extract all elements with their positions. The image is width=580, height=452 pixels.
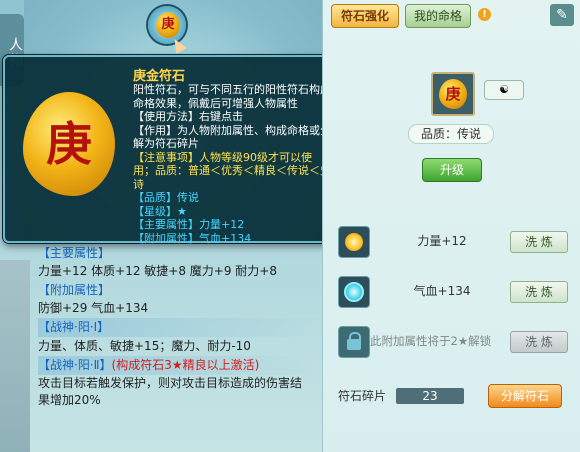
attribute-summary: 【主要属性】 力量+12 体质+12 敏捷+8 魔力+9 耐力+8 【附加属性】… xyxy=(34,244,320,409)
tooltip-effect: 【作用】为人物附加属性、构成命格或分解为符石碎片 xyxy=(133,123,331,151)
lock-icon xyxy=(338,326,370,358)
tab-rune-enhance[interactable]: 符石强化 xyxy=(331,4,399,28)
extra-attr-title: 【附加属性】 xyxy=(38,283,111,297)
tooltip-body: 阳性符石，可与不同五行的阳性符石构成命格效果，佩戴后可增强人物属性 【使用方法】… xyxy=(133,83,333,245)
tooltip-main-attr: 【主要属性】力量+12 xyxy=(133,218,245,231)
yin-yang-icon: ☯ xyxy=(499,83,509,96)
combo2-title-row: 【战神·阳·Ⅱ】(构成符石3★精良以上激活) xyxy=(38,356,320,375)
combo1-title: 【战神·阳·Ⅰ】 xyxy=(38,318,320,337)
wash-button[interactable]: 洗 炼 xyxy=(510,281,568,303)
water-orb-icon xyxy=(338,276,370,308)
quality-badge: 品质：传说 xyxy=(408,124,494,144)
selected-stone-slot[interactable]: 庚 xyxy=(431,72,475,116)
tooltip-title: 庚金符石 xyxy=(133,69,186,84)
decompose-button[interactable]: 分解符石 xyxy=(488,384,562,408)
tooltip-note: 【注意事项】人物等级90级才可以使用；品质：普通＜优秀＜精良＜传说＜史诗 xyxy=(133,150,331,191)
attr-row-locked: 此附加属性将于2★解锁 洗 炼 xyxy=(338,326,568,358)
selected-stone-gem: 庚 xyxy=(439,79,467,109)
attr-text: 气血+134 xyxy=(413,284,471,298)
combo1-effect: 力量、体质、敏捷+15；魔力、耐力-10 xyxy=(38,339,251,353)
primary-attr-values: 力量+12 体质+12 敏捷+8 魔力+9 耐力+8 xyxy=(38,264,277,278)
edit-icon[interactable]: ✎ xyxy=(550,4,574,26)
info-icon[interactable]: ! xyxy=(478,8,491,21)
wash-button-disabled[interactable]: 洗 炼 xyxy=(510,331,568,353)
yin-yang-button[interactable]: ☯ xyxy=(484,80,524,100)
tooltip-quality: 【品质】传说 xyxy=(133,191,199,204)
fragment-label: 符石碎片 xyxy=(338,389,387,403)
combo2-note: (构成符石3★精良以上激活) xyxy=(111,358,260,372)
sun-orb-icon xyxy=(338,226,370,258)
stone-wall-decoration xyxy=(0,260,30,452)
combo2-title: 【战神·阳·Ⅱ】 xyxy=(38,358,112,372)
tooltip-extra-attr: 【附加属性】气血+134 xyxy=(133,231,252,245)
tooltip-star: 【星级】★ xyxy=(133,204,187,218)
rune-tooltip: 庚 庚金符石 阳性符石，可与不同五行的阳性符石构成命格效果，佩戴后可增强人物属性… xyxy=(3,55,345,245)
primary-attr-title: 【主要属性】 xyxy=(38,246,111,260)
attr-row-strength: 力量+12 洗 炼 xyxy=(338,226,568,258)
attr-text-locked: 此附加属性将于2★解锁 xyxy=(370,334,492,348)
tooltip-gem-icon: 庚 xyxy=(23,92,115,196)
fragment-count: 23 xyxy=(396,388,464,404)
attr-row-hp: 气血+134 洗 炼 xyxy=(338,276,568,308)
tooltip-desc: 阳性符石，可与不同五行的阳性符石构成命格效果，佩戴后可增强人物属性 xyxy=(133,83,331,110)
attr-text: 力量+12 xyxy=(417,234,467,248)
tooltip-usage: 【使用方法】右键点击 xyxy=(133,110,243,123)
combo2-effect: 攻击目标若触发保护，则对攻击目标造成的伤害结果增加20% xyxy=(38,376,303,407)
rune-stone-gem[interactable]: 庚 xyxy=(156,12,180,38)
upgrade-button[interactable]: 升级 xyxy=(422,158,482,182)
tab-my-destiny[interactable]: 我的命格 xyxy=(405,4,471,28)
extra-attr-values: 防御+29 气血+134 xyxy=(38,301,149,315)
wash-button[interactable]: 洗 炼 xyxy=(510,231,568,253)
